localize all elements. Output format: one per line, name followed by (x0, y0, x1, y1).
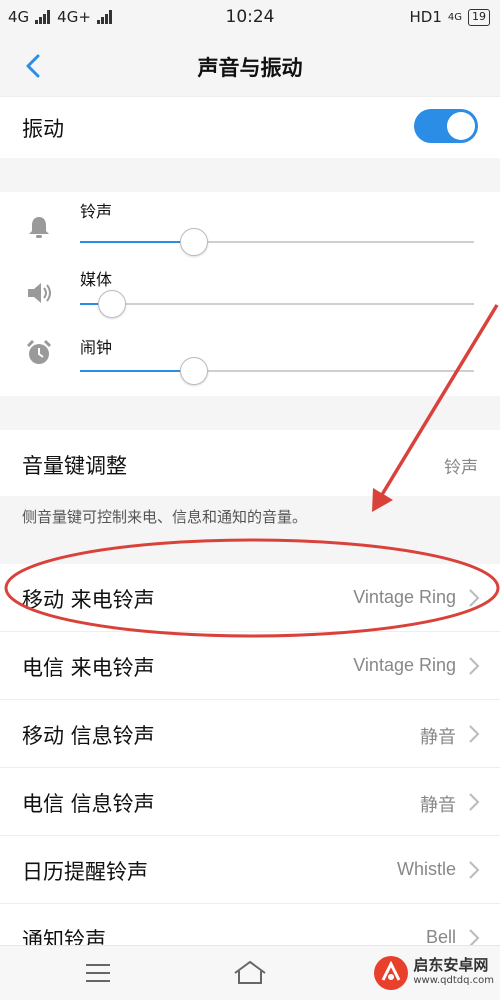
volume-label: 闹钟 (80, 338, 113, 357)
item-label: 电信 信息铃声 (22, 792, 155, 816)
slider-knob[interactable] (180, 357, 209, 385)
volume-key-label: 音量键调整 (22, 454, 127, 478)
list-item[interactable]: 电信 来电铃声 Vintage Ring (0, 632, 500, 700)
item-value: Vintage Ring (353, 587, 456, 607)
vibration-label: 振动 (22, 117, 64, 141)
slider-knob[interactable] (180, 228, 209, 256)
chevron-right-icon (469, 589, 480, 607)
alarm-clock-icon (26, 339, 52, 364)
volume-slider[interactable] (80, 228, 474, 256)
chevron-right-icon (469, 657, 480, 675)
volume-label: 铃声 (80, 202, 113, 221)
status-right: HD1 4G 19 (409, 8, 490, 26)
slider-knob[interactable] (97, 290, 126, 318)
home-icon[interactable] (232, 959, 268, 987)
volume-slider[interactable] (80, 357, 474, 385)
slider-fill (80, 370, 195, 372)
menu-icon[interactable] (86, 962, 110, 984)
item-value: 静音 (420, 727, 456, 747)
volume-key-value: 铃声 (444, 458, 478, 478)
status-bar: 4G 4G+ 10:24 HD1 4G 19 (0, 0, 500, 34)
page-title: 声音与振动 (197, 56, 303, 80)
list-item[interactable]: 移动 信息铃声 静音 (0, 700, 500, 768)
volume-key-row[interactable]: 音量键调整 铃声 (0, 430, 500, 496)
volume-label: 媒体 (80, 270, 113, 289)
volume-slider[interactable] (80, 290, 474, 318)
speaker-icon (28, 283, 51, 303)
ringtone-list: 移动 来电铃声 Vintage Ring 电信 来电铃声 Vintage Rin… (0, 564, 500, 972)
watermark-text: 启东安卓网 www.qdtdq.com (413, 957, 494, 989)
volume-section: 铃声 媒体 闹钟 (0, 192, 500, 396)
volume-alarm: 闹钟 (0, 328, 500, 396)
list-item[interactable]: 移动 来电铃声 Vintage Ring (0, 564, 500, 632)
watermark: 启东安卓网 www.qdtdq.com (374, 956, 494, 990)
battery-indicator: 19 (468, 8, 490, 26)
item-value: Vintage Ring (353, 655, 456, 675)
list-item[interactable]: 电信 信息铃声 静音 (0, 768, 500, 836)
volume-media: 媒体 (0, 260, 500, 328)
item-label: 电信 来电铃声 (22, 656, 155, 680)
network-type: 4G (447, 11, 462, 23)
chevron-right-icon (469, 861, 480, 879)
item-value: 静音 (420, 795, 456, 815)
hd-indicator: HD1 (409, 8, 442, 26)
vibration-row: 振动 (0, 96, 500, 158)
volume-key-hint: 侧音量键可控制来电、信息和通知的音量。 (22, 508, 308, 526)
chevron-right-icon (469, 725, 480, 743)
item-label: 日历提醒铃声 (22, 860, 148, 884)
item-value: Whistle (396, 859, 456, 879)
bell-icon (29, 217, 49, 238)
watermark-logo-icon (374, 956, 409, 990)
vibration-toggle[interactable] (414, 109, 478, 143)
toggle-knob (447, 112, 475, 140)
volume-ringtone: 铃声 (0, 192, 500, 260)
chevron-right-icon (469, 793, 480, 811)
item-label: 移动 来电铃声 (22, 588, 155, 612)
watermark-name: 启东安卓网 (413, 956, 489, 974)
item-label: 移动 信息铃声 (22, 724, 155, 748)
header: 声音与振动 (0, 34, 500, 96)
slider-fill (80, 241, 195, 243)
watermark-url: www.qdtdq.com (413, 975, 494, 986)
list-item[interactable]: 日历提醒铃声 Whistle (0, 836, 500, 904)
